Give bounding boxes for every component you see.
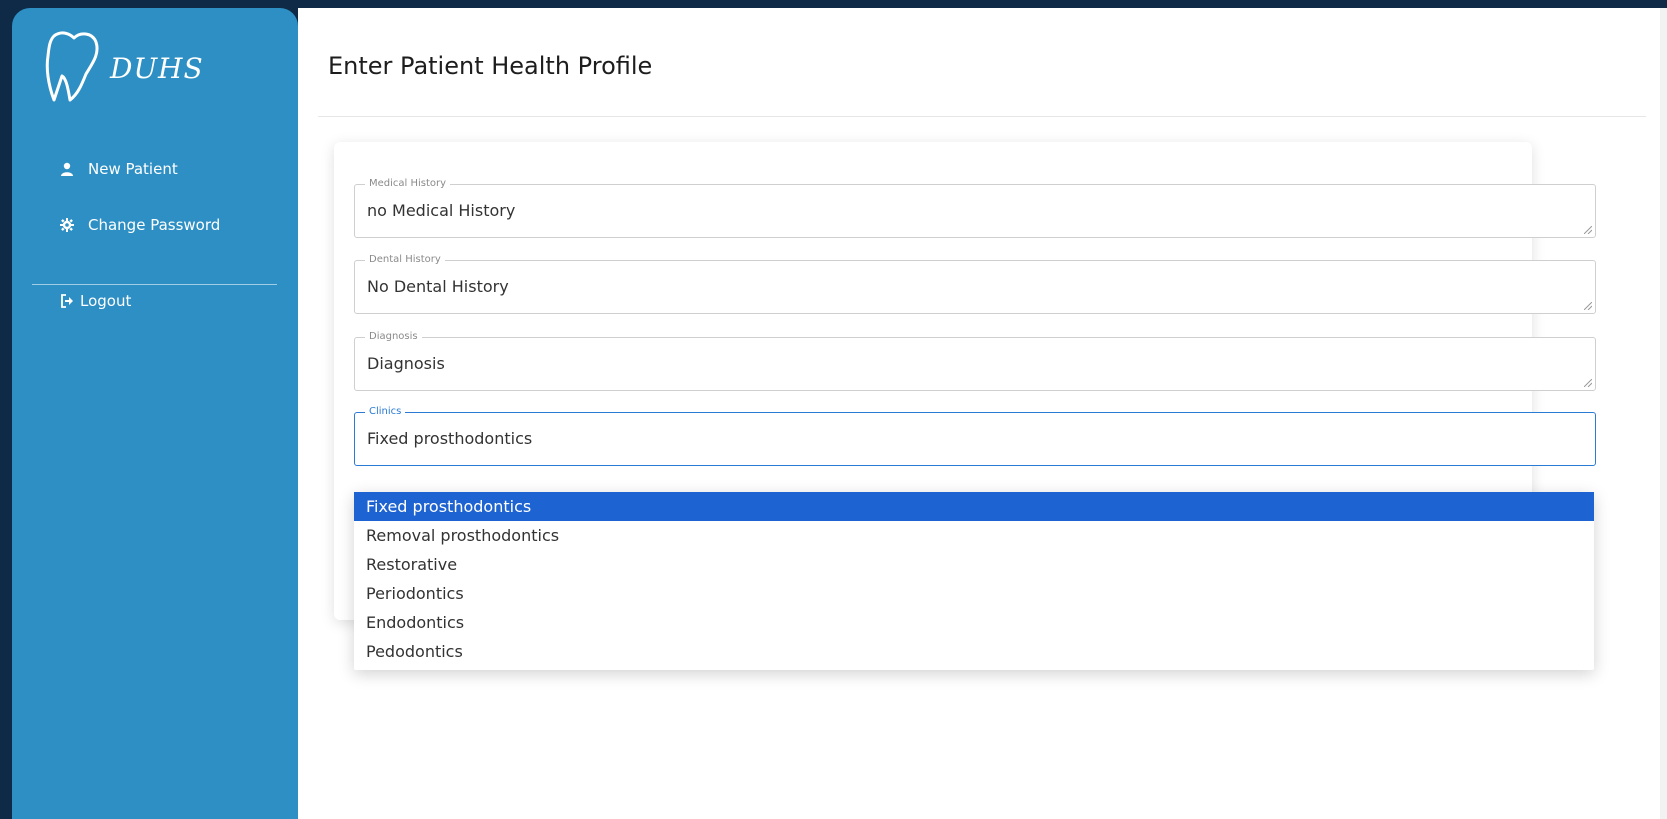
sidebar-item-label: New Patient: [88, 160, 178, 178]
clinics-option[interactable]: Periodontics: [354, 579, 1594, 608]
page-title: Enter Patient Health Profile: [328, 52, 653, 80]
main-content: Enter Patient Health Profile Medical His…: [298, 8, 1660, 819]
diagnosis-field[interactable]: Diagnosis Diagnosis: [354, 330, 1596, 391]
gear-icon: [60, 218, 74, 232]
resize-handle-icon[interactable]: [1584, 302, 1592, 310]
clinics-dropdown: Fixed prosthodontics Removal prosthodont…: [354, 492, 1594, 670]
medical-history-field[interactable]: Medical History no Medical History: [354, 177, 1596, 238]
medical-history-label: Medical History: [365, 177, 451, 191]
clinics-option[interactable]: Pedodontics: [354, 637, 1594, 666]
page-scrollbar[interactable]: [1660, 8, 1667, 819]
clinics-selected-value: Fixed prosthodontics: [367, 429, 533, 448]
title-divider: [318, 116, 1646, 117]
sidebar-divider: [32, 284, 277, 285]
clinics-option[interactable]: Endodontics: [354, 608, 1594, 637]
clinics-label: Clinics: [365, 405, 406, 419]
resize-handle-icon[interactable]: [1584, 379, 1592, 387]
tooth-icon: [45, 31, 99, 102]
sidebar-item-label: Logout: [80, 292, 132, 310]
clinics-option[interactable]: Removal prosthodontics: [354, 521, 1594, 550]
clinics-option[interactable]: Fixed prosthodontics: [354, 492, 1594, 521]
user-icon: [61, 162, 73, 176]
dental-history-field[interactable]: Dental History No Dental History: [354, 253, 1596, 314]
sidebar-item-label: Change Password: [88, 216, 221, 234]
sidebar-item-logout[interactable]: Logout: [60, 292, 131, 310]
sidebar-item-change-password[interactable]: Change Password: [60, 216, 220, 234]
medical-history-value: no Medical History: [367, 201, 516, 220]
diagnosis-label: Diagnosis: [365, 330, 422, 344]
logo-text: DUHS: [110, 52, 204, 85]
clinics-option[interactable]: Restorative: [354, 550, 1594, 579]
diagnosis-value: Diagnosis: [367, 354, 445, 373]
dental-history-label: Dental History: [365, 253, 445, 267]
dental-history-value: No Dental History: [367, 277, 509, 296]
sidebar: DUHS New Patient Change Password Logout: [12, 8, 298, 819]
logout-icon: [61, 294, 73, 308]
resize-handle-icon[interactable]: [1584, 226, 1592, 234]
duhs-logo[interactable]: DUHS: [42, 28, 262, 118]
sidebar-item-new-patient[interactable]: New Patient: [60, 160, 178, 178]
clinics-select[interactable]: Clinics Fixed prosthodontics: [354, 405, 1596, 466]
